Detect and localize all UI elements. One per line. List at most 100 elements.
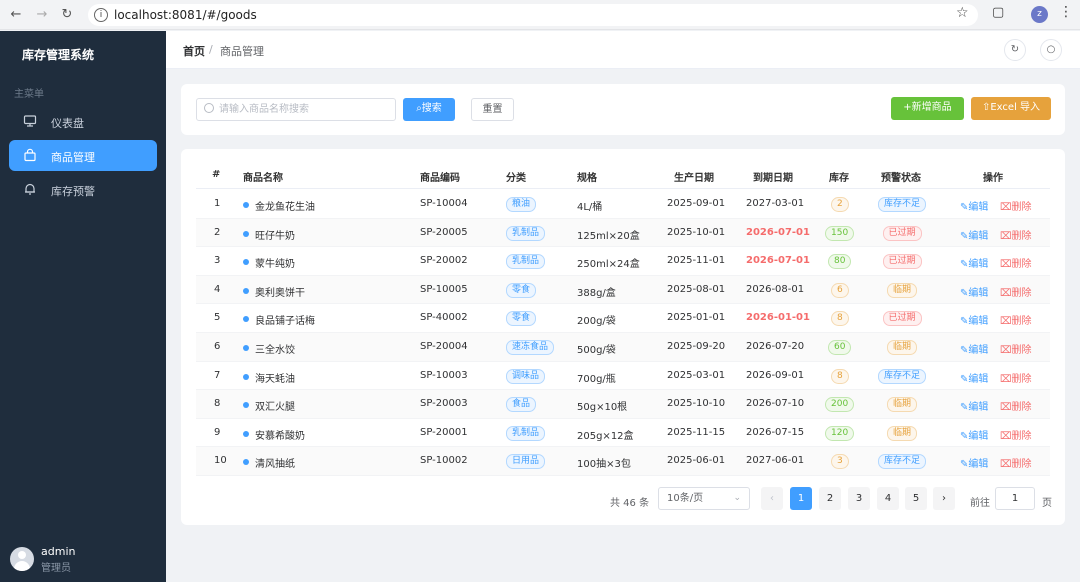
status-dot (243, 259, 249, 266)
edit-button[interactable]: ✎编辑 (960, 427, 988, 442)
delete-label: 删除 (1011, 402, 1032, 414)
edit-button[interactable]: ✎编辑 (960, 227, 988, 242)
delete-button[interactable]: ⌧删除 (1000, 255, 1032, 270)
status-dot (243, 373, 249, 380)
sidebar: 库存管理系统 主菜单 仪表盘 商品管理 库存预警 admin 管理员 (0, 31, 166, 582)
goods-spec: 250ml×24盒 (577, 259, 640, 271)
forward-arrow-icon[interactable]: → (33, 6, 51, 24)
breadcrumb-home[interactable]: 首页 (183, 43, 205, 59)
goods-table-card: # 商品名称 商品编码 分类 规格 生产日期 到期日期 库存 预警状态 操作 1… (181, 149, 1065, 525)
shield-icon[interactable]: ○ (1040, 39, 1062, 61)
profile-avatar[interactable]: z (1031, 6, 1048, 23)
site-info-icon[interactable]: i (94, 8, 108, 22)
delete-label: 删除 (1011, 345, 1032, 356)
edit-button[interactable]: ✎编辑 (960, 370, 988, 385)
delete-button[interactable]: ⌧删除 (1000, 455, 1032, 470)
expiry-date: 2026-09-01 (746, 369, 805, 381)
sidebar-item-dashboard[interactable]: 仪表盘 (9, 106, 157, 137)
refresh-icon[interactable]: ↻ (1004, 39, 1026, 61)
category-tag: 调味品 (506, 368, 546, 384)
shopping-bag-icon (23, 148, 37, 162)
edit-button[interactable]: ✎编辑 (960, 341, 988, 356)
category-tag: 零食 (506, 282, 537, 298)
prev-page-button[interactable]: ‹ (761, 487, 783, 510)
edit-button[interactable]: ✎编辑 (960, 455, 988, 470)
alert-status-tag: 临期 (887, 282, 918, 298)
edit-button[interactable]: ✎编辑 (960, 312, 988, 327)
sidebar-item-alerts[interactable]: 库存预警 (9, 174, 157, 205)
status-dot (243, 402, 249, 409)
category-tag: 乳制品 (506, 254, 546, 270)
table-row: 10 清风抽纸 SP-10002 日用品 100抽×3包 2025-06-01 2027-0… (196, 447, 1050, 476)
col-stock: 库存 (829, 173, 849, 184)
goods-code: SP-20003 (420, 398, 468, 410)
delete-button[interactable]: ⌧删除 (1000, 341, 1032, 356)
sidebar-item-label: 仪表盘 (51, 117, 84, 130)
page-button-5[interactable]: 5 (905, 487, 927, 510)
edit-button[interactable]: ✎编辑 (960, 398, 988, 413)
trash-icon: ⌧ (1000, 459, 1012, 471)
table-row: 6 三全水饺 SP-20004 速冻食品 500g/袋 2025-09-20 2026-07… (196, 333, 1050, 362)
row-index: 10 (214, 455, 227, 467)
expiry-date: 2026-01-01 (746, 312, 810, 324)
bell-icon (23, 182, 37, 196)
edit-button[interactable]: ✎编辑 (960, 198, 988, 213)
edit-label: 编辑 (968, 202, 989, 213)
bookmark-star-icon[interactable]: ☆ (956, 5, 969, 21)
delete-button[interactable]: ⌧删除 (1000, 427, 1032, 442)
delete-label: 删除 (1011, 373, 1032, 385)
reload-icon[interactable]: ↻ (58, 6, 76, 24)
goods-spec: 500g/袋 (577, 345, 616, 356)
status-dot (243, 230, 249, 237)
col-index: # (212, 169, 221, 180)
sidebar-item-goods[interactable]: 商品管理 (9, 140, 157, 171)
delete-button[interactable]: ⌧删除 (1000, 370, 1032, 385)
edit-button[interactable]: ✎编辑 (960, 255, 988, 270)
delete-label: 删除 (1011, 230, 1032, 242)
sidebar-item-label: 商品管理 (51, 151, 95, 164)
back-arrow-icon[interactable]: ← (7, 6, 25, 24)
goto-page-input[interactable]: 1 (995, 487, 1035, 510)
next-page-button[interactable]: › (933, 487, 955, 510)
alert-status-tag: 库存不足 (878, 368, 927, 384)
page-button-3[interactable]: 3 (848, 487, 870, 510)
delete-button[interactable]: ⌧删除 (1000, 198, 1032, 213)
goods-code: SP-10003 (420, 369, 468, 381)
edit-label: 编辑 (968, 373, 989, 385)
reset-button[interactable]: 重置 (471, 98, 514, 121)
table-row: 4 奥利奥饼干 SP-10005 零食 388g/盒 2025-08-01 2026-08-… (196, 275, 1050, 305)
row-index: 2 (214, 226, 221, 238)
address-bar[interactable]: i localhost:8081/#/goods (88, 4, 978, 26)
delete-button[interactable]: ⌧删除 (1000, 284, 1032, 299)
edit-label: 编辑 (968, 316, 989, 328)
delete-button[interactable]: ⌧删除 (1000, 312, 1032, 327)
page-button-1[interactable]: 1 (790, 487, 812, 510)
excel-import-button[interactable]: ⇧Excel 导入 (971, 97, 1051, 120)
extensions-icon[interactable]: ▢ (992, 5, 1004, 20)
goods-spec: 50g×10根 (577, 402, 628, 414)
delete-button[interactable]: ⌧删除 (1000, 227, 1032, 242)
browser-menu-icon[interactable]: ⋮ (1059, 4, 1073, 20)
add-goods-button[interactable]: +新增商品 (891, 97, 964, 120)
page-button-2[interactable]: 2 (819, 487, 841, 510)
avatar[interactable] (10, 547, 34, 571)
search-input[interactable] (196, 98, 396, 121)
search-button[interactable]: ⌕搜索 (403, 98, 455, 121)
delete-label: 删除 (1011, 430, 1032, 442)
delete-button[interactable]: ⌧删除 (1000, 398, 1032, 413)
edit-label: 编辑 (968, 259, 989, 271)
url-text[interactable]: localhost:8081/#/goods (114, 8, 257, 22)
pagination-total: 共 46 条 (610, 498, 650, 509)
col-name: 商品名称 (243, 173, 283, 184)
page-button-4[interactable]: 4 (877, 487, 899, 510)
stock-badge: 6 (831, 282, 849, 298)
page-size-select[interactable]: 10条/页 ⌄ (658, 487, 750, 510)
row-index: 6 (214, 341, 221, 352)
status-dot (243, 459, 249, 466)
edit-button[interactable]: ✎编辑 (960, 284, 988, 299)
production-date: 2025-01-01 (667, 312, 726, 324)
table-row: 9 安慕希酸奶 SP-20001 乳制品 205g×12盒 2025-11-15 2026-… (196, 419, 1050, 448)
row-index: 7 (214, 369, 221, 381)
table-header: # 商品名称 商品编码 分类 规格 生产日期 到期日期 库存 预警状态 操作 (196, 162, 1050, 189)
edit-label: 编辑 (968, 402, 989, 414)
